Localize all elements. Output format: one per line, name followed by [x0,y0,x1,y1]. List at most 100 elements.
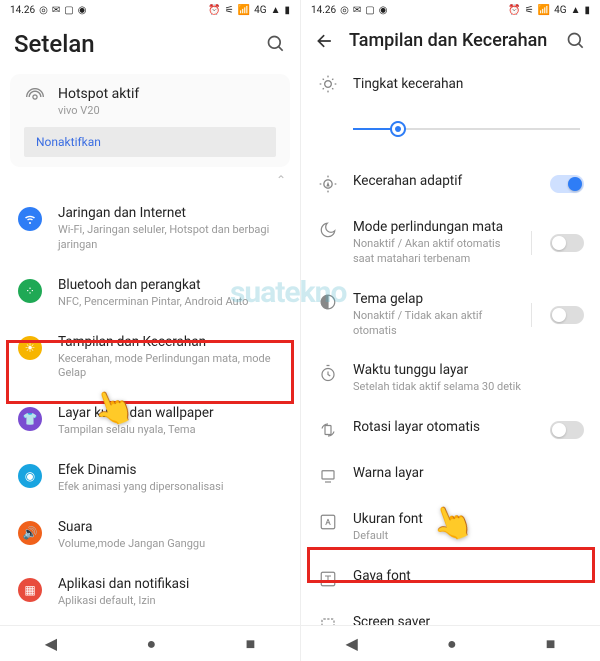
item-fontsize[interactable]: Ukuran fontDefault [301,499,600,556]
apps-icon: ▦ [18,578,42,602]
signal-icon: 📶 [538,5,550,16]
fontstyle-icon [317,568,339,590]
search-icon[interactable] [266,34,286,54]
item-bluetooth[interactable]: ⁘ Bluetooh dan perangkat NFC, Pencerminan… [0,265,300,322]
hotspot-card: Hotspot aktif vivo V20 Nonaktifkan [10,74,290,167]
item-sound[interactable]: 🔊 SuaraVolume,mode Jangan Ganggu [0,507,300,564]
nav-home-icon[interactable]: ● [447,634,457,654]
page-header: Setelan [0,20,300,68]
swirl-icon: ◉ [18,464,42,488]
fontsize-icon [317,511,339,533]
adaptive-toggle[interactable] [550,175,584,193]
collapse-icon[interactable]: ⌃ [0,171,300,193]
hotspot-icon [24,86,46,108]
moon-icon [317,219,339,241]
chat-icon: ▢ [365,5,374,16]
item-label: Waktu tunggu layar [353,362,584,378]
item-dark[interactable]: Tema gelap Nonaktif / Tidak akan aktif ot… [301,279,600,351]
item-adaptive[interactable]: Kecerahan adaptif [301,161,600,207]
app-icon: ◉ [78,5,87,16]
item-wallpaper[interactable]: 👕 Layar kunci dan wallpaper Tampilan sela… [0,393,300,450]
network-label: 4G [554,5,566,16]
item-label: Warna layar [353,465,584,481]
item-label: Tema gelap [353,291,517,307]
timeout-icon [317,362,339,384]
rotation-toggle[interactable] [550,421,584,439]
screen-display: 14.26 ◎ ✉ ▢ ◉ ⏰ ⚟ 📶 4G ▲ ▮ Tampilan dan … [300,0,600,661]
brightness-slider[interactable] [353,117,580,141]
item-sub: Nonaktif / Akan aktif otomatis saat mata… [353,237,517,267]
contrast-icon [317,291,339,313]
shirt-icon: 👕 [18,407,42,431]
color-icon [317,465,339,487]
item-fontstyle[interactable]: Gaya font [301,556,600,602]
item-timeout[interactable]: Waktu tunggu layar Setelah tidak aktif se… [301,350,600,407]
network-label: 4G [254,5,266,16]
item-sub: Kecerahan, mode Perlindungan mata, mode … [58,352,284,382]
item-screensaver[interactable]: Screen saver [301,602,600,625]
battery-icon: ▮ [284,5,290,16]
hotspot-device: vivo V20 [58,104,139,117]
page-title: Tampilan dan Kecerahan [349,30,552,51]
display-list: Tingkat kecerahan Kecerahan adaptif Mode… [301,61,600,625]
item-eyecare[interactable]: Mode perlindungan mata Nonaktif / Akan ak… [301,207,600,279]
brightness-label: Tingkat kecerahan [353,76,463,92]
item-rotation[interactable]: Rotasi layar otomatis [301,407,600,453]
wifi-icon: ▲ [571,5,581,16]
status-bar: 14.26 ◎ ✉ ▢ ◉ ⏰ ⚟ 📶 4G ▲ ▮ [301,0,600,20]
deactivate-button[interactable]: Nonaktifkan [24,127,276,157]
brightness-section: Tingkat kecerahan [301,61,600,161]
item-label: Layar kunci dan wallpaper [58,405,284,421]
nav-back-icon[interactable]: ◀ [45,634,57,653]
nav-back-icon[interactable]: ◀ [346,634,358,653]
item-label: Ukuran font [353,511,584,527]
nfc-icon: ◎ [39,5,48,16]
nav-recent-icon[interactable]: ■ [546,634,556,654]
item-sub: Volume,mode Jangan Ganggu [58,537,284,552]
settings-list: Jaringan dan InternetWi-Fi, Jaringan sel… [0,193,300,625]
page-title: Setelan [14,30,252,58]
item-dynamic[interactable]: ◉ Efek DinamisEfek animasi yang diperson… [0,450,300,507]
item-label: Suara [58,519,284,535]
alarm-icon: ⏰ [508,5,520,16]
item-color[interactable]: Warna layar [301,453,600,499]
nav-home-icon[interactable]: ● [146,634,156,654]
item-sub: Tampilan selalu nyala, Tema [58,423,284,438]
item-sub: Aplikasi default, Izin [58,594,284,609]
app-icon: ◉ [379,5,388,16]
battery-icon: ▮ [584,5,590,16]
item-sub: Setelah tidak aktif selama 30 detik [353,380,584,395]
page-header: Tampilan dan Kecerahan [301,20,600,61]
volte-icon: ⚟ [225,5,234,16]
nfc-icon: ◎ [340,5,349,16]
item-label: Tampilan dan Kecerahan [58,334,284,350]
search-icon[interactable] [566,31,586,51]
nav-recent-icon[interactable]: ■ [246,634,256,654]
brightness-icon [317,73,339,95]
item-label: Rotasi layar otomatis [353,419,536,435]
item-sub: NFC, Pencerminan Pintar, Android Auto [58,295,284,310]
eyecare-toggle[interactable] [550,234,584,252]
item-label: Jaringan dan Internet [58,205,284,221]
item-sub: Nonaktif / Tidak akan aktif otomatis [353,309,517,339]
item-sub: Efek animasi yang dipersonalisasi [58,480,284,495]
navigation-bar: ◀ ● ■ [301,625,600,661]
bluetooth-icon: ⁘ [18,279,42,303]
item-display[interactable]: ☀ Tampilan dan KecerahanKecerahan, mode … [0,322,300,394]
dark-toggle[interactable] [550,306,584,324]
item-apps[interactable]: ▦ Aplikasi dan notifikasiAplikasi defaul… [0,564,300,621]
item-network[interactable]: Jaringan dan InternetWi-Fi, Jaringan sel… [0,193,300,265]
hotspot-title: Hotspot aktif [58,86,139,102]
item-label: Screen saver [353,614,584,625]
item-label: Mode perlindungan mata [353,219,517,235]
item-label: Kecerahan adaptif [353,173,536,189]
screen-settings: 14.26 ◎ ✉ ▢ ◉ ⏰ ⚟ 📶 4G ▲ ▮ Setelan Hotsp… [0,0,300,661]
item-label: Gaya font [353,568,584,584]
auto-brightness-icon [317,173,339,195]
wifi-icon [18,207,42,231]
item-label: Bluetooh dan perangkat [58,277,284,293]
navigation-bar: ◀ ● ■ [0,625,300,661]
signal-icon: 📶 [238,5,250,16]
back-icon[interactable] [315,31,335,51]
wifi-icon: ▲ [271,5,281,16]
